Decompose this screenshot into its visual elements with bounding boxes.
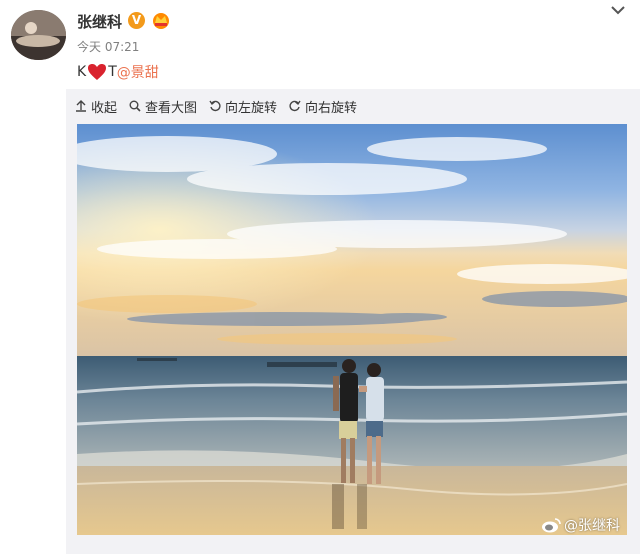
avatar[interactable]	[11, 10, 66, 60]
chevron-down-icon[interactable]	[609, 3, 627, 17]
heart-icon	[88, 64, 107, 80]
mention-link[interactable]: @景甜	[117, 62, 159, 82]
rotate-right-label: 向右旋转	[305, 100, 358, 116]
rotate-left-button[interactable]: 向左旋转	[209, 97, 277, 116]
collapse-button[interactable]: 收起	[75, 97, 117, 116]
post-time[interactable]: 今天 07:21	[77, 38, 139, 55]
rotate-right-button[interactable]: 向右旋转	[289, 97, 357, 116]
view-large-label: 查看大图	[145, 100, 198, 116]
weibo-watermark: @张继科	[541, 515, 620, 535]
rotate-left-label: 向左旋转	[225, 100, 278, 116]
rotate-left-icon	[209, 100, 221, 112]
weibo-watermark-text: @张继科	[564, 518, 620, 534]
post-text-mid: T	[108, 64, 117, 80]
weibo-logo-icon	[542, 518, 561, 533]
media-toolbar: 收起 查看大图 向左旋转 向右旋转	[75, 96, 369, 116]
verified-badge-icon: V	[128, 12, 145, 29]
author-name[interactable]: 张继科	[77, 11, 122, 32]
post-text-prefix: K	[77, 64, 87, 80]
source-logo-icon	[5, 533, 25, 544]
collapse-arrow-icon	[76, 100, 86, 112]
post-photo[interactable]	[77, 124, 627, 535]
source-watermark	[4, 532, 30, 546]
member-crown-icon	[153, 13, 169, 29]
collapse-label: 收起	[91, 100, 118, 116]
rotate-right-icon	[289, 100, 301, 112]
view-large-button[interactable]: 查看大图	[129, 97, 197, 116]
search-icon	[129, 100, 141, 112]
post-text: K T @景甜	[77, 62, 159, 82]
